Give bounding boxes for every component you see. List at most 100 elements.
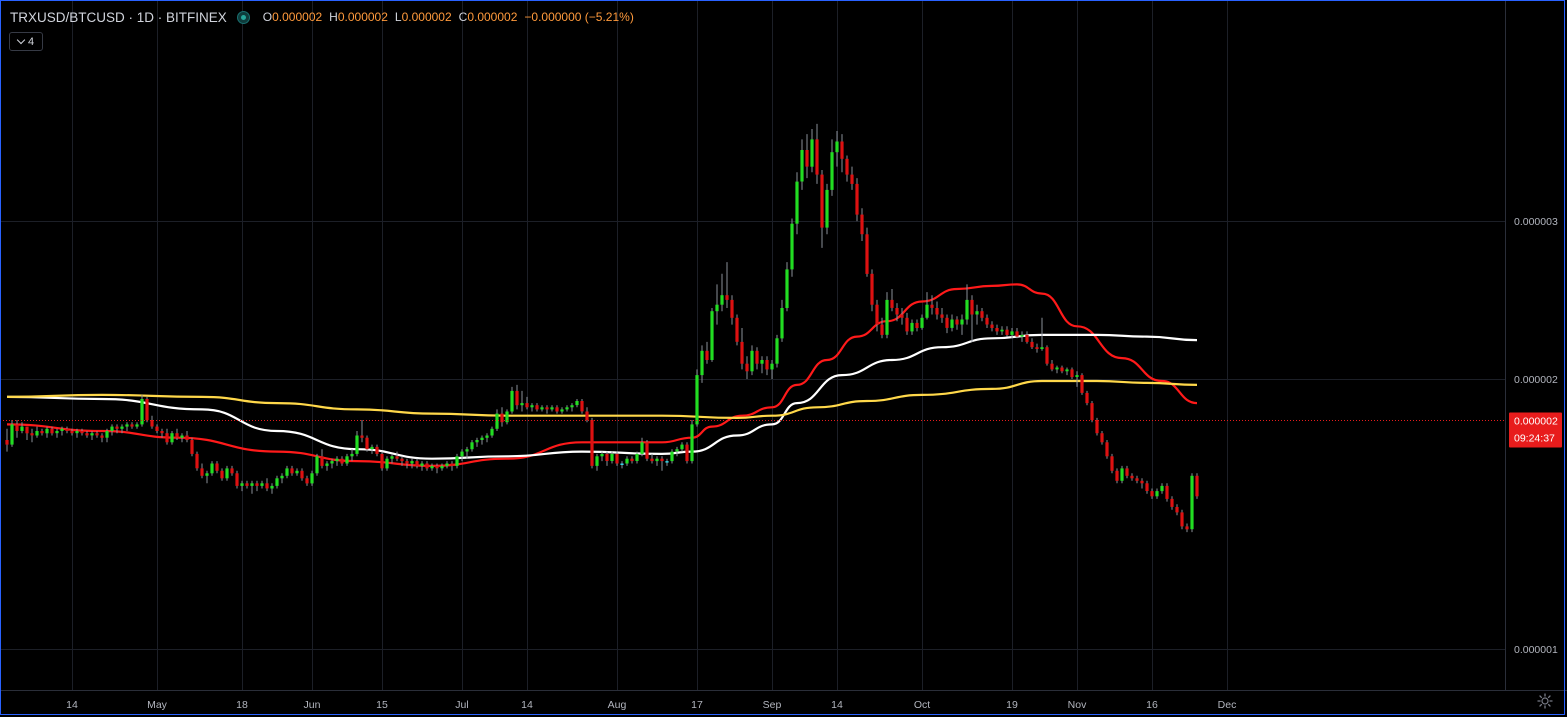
candle [285, 465, 289, 479]
candle [190, 437, 194, 457]
gear-icon[interactable] [1537, 693, 1553, 709]
candle [810, 129, 814, 173]
candle-body [20, 426, 24, 431]
candle-body [1195, 475, 1199, 497]
candle-body [585, 411, 589, 421]
indicators-toggle-button[interactable]: 4 [9, 32, 43, 51]
high-label: H [329, 10, 338, 24]
candle-body [700, 350, 704, 376]
candle [360, 420, 364, 443]
candle-body [215, 463, 219, 471]
price-chart[interactable]: 0.000003 0.000002 0.000001 0.000002 09:2… [0, 0, 1567, 717]
candle-body [975, 311, 979, 315]
candle [605, 451, 609, 466]
candle-body [600, 453, 604, 457]
candle-body [1150, 491, 1154, 497]
candle [940, 308, 944, 323]
time-label: 16 [1146, 699, 1158, 711]
time-scale[interactable]: 14 May 18 Jun 15 Jul 14 Aug 17 Sep 14 Oct 19 Nov 16 Dec [66, 699, 1236, 711]
candle-body [515, 390, 519, 406]
candle [510, 386, 514, 414]
candle [290, 465, 294, 476]
candle-body [1050, 363, 1054, 370]
time-label: 17 [691, 699, 703, 711]
candle-body [410, 461, 414, 464]
candle [550, 405, 554, 412]
candle [765, 356, 769, 376]
candle-body [660, 458, 664, 462]
candle [945, 314, 949, 334]
price-label: 0.000002 [1514, 374, 1558, 386]
candle [25, 426, 29, 440]
candle-body [645, 442, 649, 459]
candle-body [920, 317, 924, 328]
candle-body [50, 428, 54, 434]
candle [1050, 360, 1054, 372]
candle-body [420, 463, 424, 466]
candle [395, 451, 399, 462]
candle-body [860, 214, 864, 235]
candle-body [245, 483, 249, 486]
candle-body [800, 150, 804, 182]
candle-body [390, 456, 394, 459]
candle [310, 470, 314, 486]
candle-body [1085, 392, 1089, 404]
candle [205, 470, 209, 484]
candle [475, 437, 479, 447]
candle-body [1095, 420, 1099, 434]
candle [685, 442, 689, 464]
candle-body [570, 405, 574, 408]
candle-body [940, 314, 944, 318]
candle-body [780, 308, 784, 339]
candle [985, 314, 989, 328]
candle-body [720, 295, 724, 305]
open-value: O0.000002 [263, 10, 322, 24]
symbol-title[interactable]: TRXUSD/BTCUSD · 1D · BITFINEX [10, 10, 227, 25]
candle-body [375, 446, 379, 454]
candle-body [540, 407, 544, 410]
candle [995, 324, 999, 335]
candle-body [290, 468, 294, 474]
candle [1140, 478, 1144, 489]
candle [850, 166, 854, 190]
candle-body [480, 437, 484, 440]
candle-body [65, 428, 69, 431]
candle-body [15, 424, 19, 431]
candle-body [275, 478, 279, 486]
candle [125, 422, 129, 431]
candle [165, 428, 169, 445]
candle-body [1020, 334, 1024, 337]
candle-body [125, 424, 129, 427]
candle-body [760, 360, 764, 364]
candle-body [180, 435, 184, 438]
candle-body [605, 453, 609, 461]
candle-body [140, 399, 144, 425]
candle-body [910, 322, 914, 332]
candle [570, 403, 574, 412]
candle [1185, 523, 1189, 533]
candle-body [1165, 485, 1169, 499]
candle [960, 314, 964, 335]
candle-body [460, 451, 464, 457]
candle [665, 458, 669, 466]
candle [305, 475, 309, 486]
candle [670, 449, 674, 464]
candle [1155, 488, 1159, 499]
candle [900, 308, 904, 325]
time-label: 14 [831, 699, 843, 711]
candle-body [490, 428, 494, 436]
candle-body [655, 458, 659, 462]
candle [415, 458, 419, 469]
candle [150, 415, 154, 429]
candle [65, 426, 69, 434]
candle [705, 341, 709, 364]
candle-body [1055, 367, 1059, 370]
candle-body [560, 409, 564, 412]
candle [1055, 365, 1059, 374]
candle [750, 345, 754, 376]
candle [210, 461, 214, 476]
time-label: Aug [608, 699, 627, 711]
candle-body [195, 453, 199, 469]
candle [255, 480, 259, 492]
candle-body [775, 338, 779, 364]
